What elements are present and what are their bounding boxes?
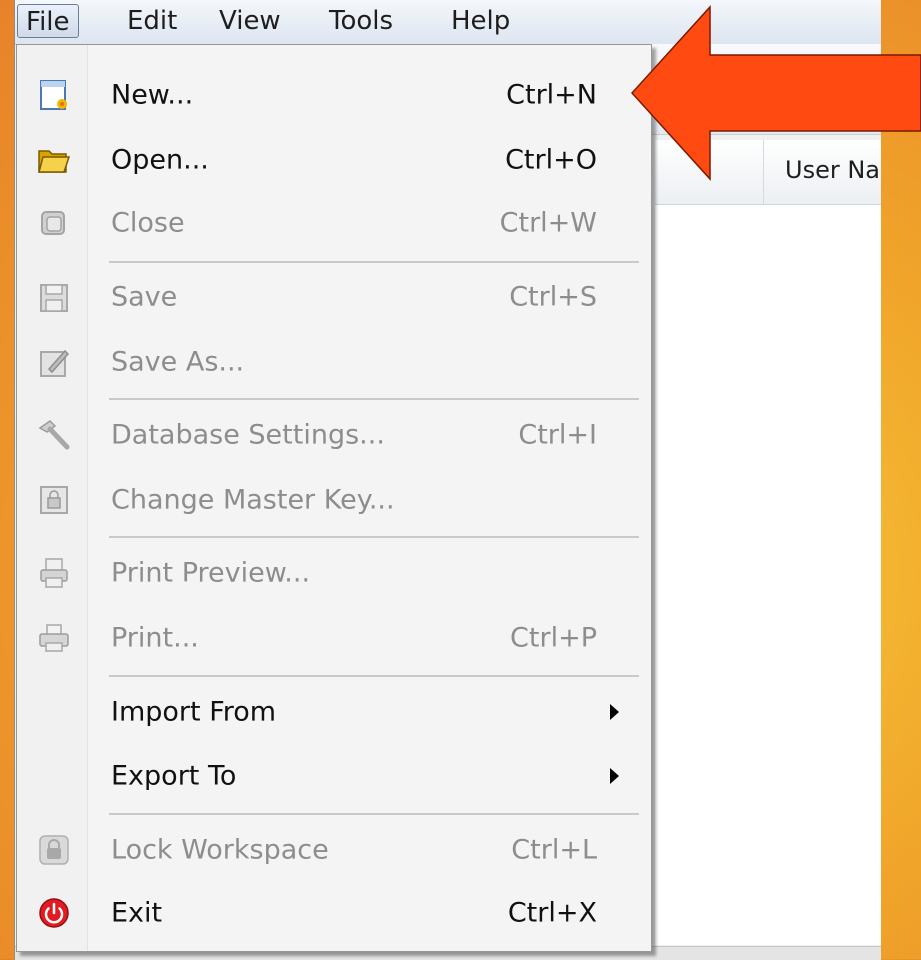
menu-item-label: Print... xyxy=(111,622,199,654)
menu-edit[interactable]: Edit xyxy=(119,4,185,38)
entry-list[interactable] xyxy=(655,205,881,945)
menu-item-database-settings[interactable]: Database Settings... Ctrl+I xyxy=(17,405,649,465)
menu-item-label: Database Settings... xyxy=(111,419,385,451)
menu-separator xyxy=(109,675,639,677)
menu-item-new[interactable]: New... Ctrl+N xyxy=(17,65,649,125)
menu-item-open[interactable]: Open... Ctrl+O xyxy=(17,130,649,190)
new-document-icon xyxy=(37,78,71,112)
menu-item-shortcut: Ctrl+W xyxy=(499,207,597,239)
menu-item-label: Exit xyxy=(111,897,163,929)
menu-item-exit[interactable]: Exit Ctrl+X xyxy=(17,883,649,943)
menu-item-label: Export To xyxy=(111,760,237,792)
menu-item-shortcut: Ctrl+P xyxy=(510,622,597,654)
menu-item-label: Print Preview... xyxy=(111,557,311,589)
floppy-disk-icon xyxy=(37,280,71,314)
power-icon xyxy=(37,896,71,930)
print-preview-icon xyxy=(37,556,71,590)
menu-separator xyxy=(109,813,639,815)
menu-item-label: Save xyxy=(111,281,178,313)
menu-tools[interactable]: Tools xyxy=(321,4,401,38)
menu-item-shortcut: Ctrl+O xyxy=(505,144,597,176)
menu-item-shortcut: Ctrl+S xyxy=(509,281,597,313)
menu-item-label: Lock Workspace xyxy=(111,834,329,866)
menu-item-import-from[interactable]: Import From xyxy=(17,682,649,742)
menu-item-label: Open... xyxy=(111,144,209,176)
menu-item-shortcut: Ctrl+L xyxy=(511,834,597,866)
menu-file[interactable]: File xyxy=(17,4,79,38)
menu-item-shortcut: Ctrl+I xyxy=(518,419,597,451)
hammer-icon xyxy=(37,418,71,452)
menu-item-label: Save As... xyxy=(111,346,245,378)
padlock-icon xyxy=(37,833,71,867)
submenu-arrow-icon xyxy=(610,768,619,784)
menu-item-export-to[interactable]: Export To xyxy=(17,746,649,806)
menu-item-label: Close xyxy=(111,207,185,239)
menu-item-close[interactable]: Close Ctrl+W xyxy=(17,193,649,253)
folder-open-icon xyxy=(37,143,71,177)
annotation-arrow xyxy=(630,5,921,181)
submenu-arrow-icon xyxy=(610,704,619,720)
master-key-icon xyxy=(37,483,71,517)
menu-item-shortcut: Ctrl+X xyxy=(507,897,597,929)
close-database-icon xyxy=(37,206,71,240)
printer-icon xyxy=(37,621,71,655)
save-as-icon xyxy=(37,345,71,379)
menu-item-print-preview[interactable]: Print Preview... xyxy=(17,543,649,603)
menu-item-save[interactable]: Save Ctrl+S xyxy=(17,267,649,327)
menu-item-shortcut: Ctrl+N xyxy=(506,79,597,111)
menu-view[interactable]: View xyxy=(211,4,289,38)
menu-item-print[interactable]: Print... Ctrl+P xyxy=(17,608,649,668)
menu-separator xyxy=(109,398,639,400)
menu-help[interactable]: Help xyxy=(443,4,518,38)
menu-item-lock-workspace[interactable]: Lock Workspace Ctrl+L xyxy=(17,820,649,880)
menu-item-label: Change Master Key... xyxy=(111,484,395,516)
file-menu-dropdown: New... Ctrl+N Open... Ctrl+O Close Ctrl+… xyxy=(16,44,652,952)
menu-separator xyxy=(109,536,639,538)
menu-separator xyxy=(109,261,639,263)
menu-item-change-master-key[interactable]: Change Master Key... xyxy=(17,470,649,530)
menu-item-save-as[interactable]: Save As... xyxy=(17,332,649,392)
menu-item-label: New... xyxy=(111,79,194,111)
menu-item-label: Import From xyxy=(111,696,277,728)
